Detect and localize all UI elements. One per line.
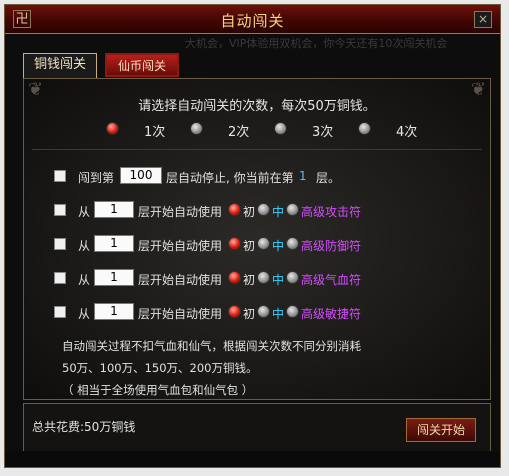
count-option-label: 1次 (144, 125, 166, 140)
level-low-radio[interactable] (228, 237, 241, 250)
attack-charm-checkbox[interactable] (54, 204, 66, 216)
current-floor-value: 1 (299, 169, 307, 183)
agility-charm-row: 从 1 层开始自动使用 初 中 高级敏捷符 (54, 303, 474, 323)
level-mid-label: 中 (272, 205, 285, 219)
level-high-radio[interactable] (286, 203, 299, 216)
cost-note-line-1: 自动闯关过程不扣气血和仙气，根据闯关次数不同分别消耗 (62, 339, 361, 353)
title-bar[interactable]: 卍 自动闯关 × (5, 5, 500, 34)
level-high-radio[interactable] (286, 305, 299, 318)
level-mid-radio[interactable] (257, 203, 270, 216)
row-from-label: 从 (78, 239, 91, 253)
attack-charm-floor-input[interactable]: 1 (94, 201, 134, 218)
count-option-label: 2次 (228, 125, 250, 140)
radio-selected-icon[interactable] (106, 122, 119, 135)
stop-floor-middle: 层自动停止, 你当前在第 (166, 171, 294, 185)
stop-floor-input[interactable]: 100 (120, 167, 162, 184)
cost-note-line-3: （ 相当于全场使用气血包和仙气包 ） (62, 383, 254, 397)
stop-floor-checkbox[interactable] (54, 170, 66, 182)
row-from-label: 从 (78, 205, 91, 219)
tab-copper-coin[interactable]: 铜钱闯关 (23, 53, 97, 79)
level-low-label: 初 (243, 273, 256, 287)
row-text: 层开始自动使用 (138, 307, 223, 321)
auto-challenge-window: 卍 自动闯关 × 大机会，VIP体验用双机会，你今天还有10次闯关机会 铜钱闯关… (4, 4, 501, 468)
level-high-radio[interactable] (286, 237, 299, 250)
level-mid-label: 中 (272, 307, 285, 321)
level-mid-radio[interactable] (257, 305, 270, 318)
total-cost: 总共花费:50万铜钱 (32, 420, 136, 434)
start-challenge-button[interactable]: 闯关开始 (406, 418, 476, 442)
defense-charm-checkbox[interactable] (54, 238, 66, 250)
count-option-label: 3次 (312, 125, 334, 140)
count-prompt: 请选择自动闯关的次数，每次50万铜钱。 (138, 99, 376, 114)
level-low-radio[interactable] (228, 305, 241, 318)
window-title: 自动闯关 (220, 12, 285, 30)
hp-charm-floor-input[interactable]: 1 (94, 269, 134, 286)
level-low-label: 初 (243, 239, 256, 253)
level-mid-label: 中 (272, 273, 285, 287)
level-high-label: 高级防御符 (301, 239, 362, 253)
level-high-label: 高级攻击符 (301, 205, 362, 219)
agility-charm-checkbox[interactable] (54, 306, 66, 318)
row-from-label: 从 (78, 307, 91, 321)
count-option-label: 4次 (396, 125, 418, 140)
level-mid-radio[interactable] (257, 271, 270, 284)
level-low-label: 初 (243, 205, 256, 219)
level-low-label: 初 (243, 307, 256, 321)
level-low-radio[interactable] (228, 203, 241, 216)
divider (32, 149, 482, 150)
defense-charm-floor-input[interactable]: 1 (94, 235, 134, 252)
radio-icon[interactable] (190, 122, 203, 135)
window-bottom-trim (5, 451, 500, 467)
level-mid-radio[interactable] (257, 237, 270, 250)
footer-bar: 总共花费:50万铜钱 闯关开始 (23, 403, 491, 453)
tab-immortal-coin[interactable]: 仙币闯关 (105, 53, 179, 77)
stop-floor-row: 闯到第 100 层自动停止, 你当前在第 1 层。 (54, 167, 474, 187)
hp-charm-checkbox[interactable] (54, 272, 66, 284)
settings-panel: ❦ ❦ 请选择自动闯关的次数，每次50万铜钱。 1次 2次 3次 4次 闯到第 … (23, 78, 491, 400)
hp-charm-row: 从 1 层开始自动使用 初 中 高级气血符 (54, 269, 474, 289)
level-low-radio[interactable] (228, 271, 241, 284)
level-mid-label: 中 (272, 239, 285, 253)
stop-floor-suffix: 层。 (316, 171, 341, 185)
level-high-label: 高级敏捷符 (301, 307, 362, 321)
close-button[interactable]: × (474, 11, 492, 28)
news-ticker: 大机会，VIP体验用双机会，你今天还有10次闯关机会 (185, 37, 448, 49)
attack-charm-row: 从 1 层开始自动使用 初 中 高级攻击符 (54, 201, 474, 221)
row-text: 层开始自动使用 (138, 273, 223, 287)
row-text: 层开始自动使用 (138, 239, 223, 253)
agility-charm-floor-input[interactable]: 1 (94, 303, 134, 320)
level-high-radio[interactable] (286, 271, 299, 284)
row-from-label: 从 (78, 273, 91, 287)
radio-icon[interactable] (358, 122, 371, 135)
stop-floor-prefix: 闯到第 (78, 171, 115, 185)
defense-charm-row: 从 1 层开始自动使用 初 中 高级防御符 (54, 235, 474, 255)
cost-note-line-2: 50万、100万、150万、200万铜钱。 (62, 361, 258, 375)
level-high-label: 高级气血符 (301, 273, 362, 287)
row-text: 层开始自动使用 (138, 205, 223, 219)
radio-icon[interactable] (274, 122, 287, 135)
